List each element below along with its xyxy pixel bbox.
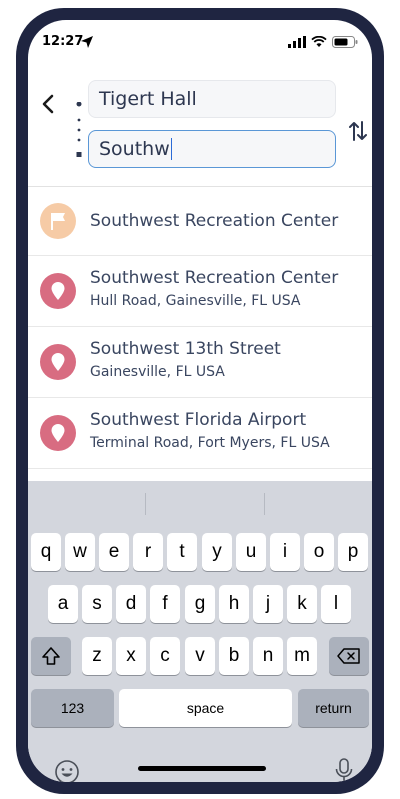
suggestion-bar <box>28 481 372 525</box>
swap-arrows-icon[interactable] <box>348 120 368 142</box>
result-subtitle: Hull Road, Gainesville, FL USA <box>90 293 301 309</box>
key-i[interactable]: i <box>270 533 300 571</box>
status-icons <box>288 36 358 48</box>
phone-frame: 12:27 Tigert Hall Southw Southwest Recre… <box>16 8 384 794</box>
text-cursor <box>170 138 173 160</box>
key-s[interactable]: s <box>82 585 112 623</box>
location-pin-icon <box>40 344 76 380</box>
key-e[interactable]: e <box>99 533 129 571</box>
result-title: Southwest Florida Airport <box>90 410 307 430</box>
location-pin-icon <box>40 415 76 451</box>
result-title: Southwest Recreation Center <box>90 211 339 231</box>
destination-field[interactable]: Southw <box>88 130 336 168</box>
key-u[interactable]: u <box>236 533 266 571</box>
key-j[interactable]: j <box>253 585 283 623</box>
list-item[interactable]: Southwest Recreation Center Hull Road, G… <box>28 256 372 327</box>
return-key[interactable]: return <box>298 689 369 727</box>
shift-key[interactable] <box>31 637 71 675</box>
result-subtitle: Terminal Road, Fort Myers, FL USA <box>90 435 330 451</box>
backspace-icon <box>337 648 360 664</box>
key-o[interactable]: o <box>304 533 334 571</box>
back-chevron-icon[interactable] <box>38 92 58 116</box>
route-line-icon <box>76 102 82 157</box>
battery-icon <box>332 36 358 48</box>
key-v[interactable]: v <box>185 637 215 675</box>
numbers-key[interactable]: 123 <box>31 689 114 727</box>
wifi-icon <box>311 36 327 47</box>
key-k[interactable]: k <box>287 585 317 623</box>
keyboard: q w e r t y u i o p a s d f g h j k l z … <box>28 481 372 782</box>
suggestion-divider <box>264 493 265 515</box>
status-bar: 12:27 <box>28 20 372 64</box>
list-item[interactable]: Southwest Florida Airport Terminal Road,… <box>28 398 372 469</box>
result-title: Southwest Recreation Center <box>90 268 339 288</box>
location-pin-icon <box>40 273 76 309</box>
key-x[interactable]: x <box>116 637 146 675</box>
signal-icon <box>288 36 306 48</box>
results-list: Southwest Recreation Center Southwest Re… <box>28 187 372 469</box>
route-header: Tigert Hall Southw <box>28 64 372 187</box>
backspace-key[interactable] <box>329 637 369 675</box>
screen: 12:27 Tigert Hall Southw Southwest Recre… <box>28 20 372 782</box>
key-m[interactable]: m <box>287 637 317 675</box>
key-a[interactable]: a <box>48 585 78 623</box>
key-d[interactable]: d <box>116 585 146 623</box>
emoji-icon[interactable] <box>54 759 80 782</box>
flag-icon <box>40 203 76 239</box>
space-key[interactable]: space <box>119 689 292 727</box>
suggestion-divider <box>145 493 146 515</box>
key-h[interactable]: h <box>219 585 249 623</box>
key-c[interactable]: c <box>150 637 180 675</box>
shift-icon <box>42 647 60 665</box>
list-item[interactable]: Southwest 13th Street Gainesville, FL US… <box>28 327 372 398</box>
origin-value: Tigert Hall <box>99 88 197 110</box>
key-p[interactable]: p <box>338 533 368 571</box>
result-subtitle: Gainesville, FL USA <box>90 364 225 380</box>
home-indicator[interactable] <box>138 766 266 771</box>
key-b[interactable]: b <box>219 637 249 675</box>
key-t[interactable]: t <box>167 533 197 571</box>
key-z[interactable]: z <box>82 637 112 675</box>
list-item[interactable]: Southwest Recreation Center <box>28 187 372 256</box>
destination-value: Southw <box>99 138 170 160</box>
key-q[interactable]: q <box>31 533 61 571</box>
key-f[interactable]: f <box>150 585 180 623</box>
key-y[interactable]: y <box>202 533 232 571</box>
key-n[interactable]: n <box>253 637 283 675</box>
key-g[interactable]: g <box>185 585 215 623</box>
result-title: Southwest 13th Street <box>90 339 281 359</box>
microphone-icon[interactable] <box>334 757 354 782</box>
status-time: 12:27 <box>42 34 84 49</box>
origin-field[interactable]: Tigert Hall <box>88 80 336 118</box>
key-r[interactable]: r <box>133 533 163 571</box>
location-arrow-icon <box>81 36 93 48</box>
key-l[interactable]: l <box>321 585 351 623</box>
key-w[interactable]: w <box>65 533 95 571</box>
